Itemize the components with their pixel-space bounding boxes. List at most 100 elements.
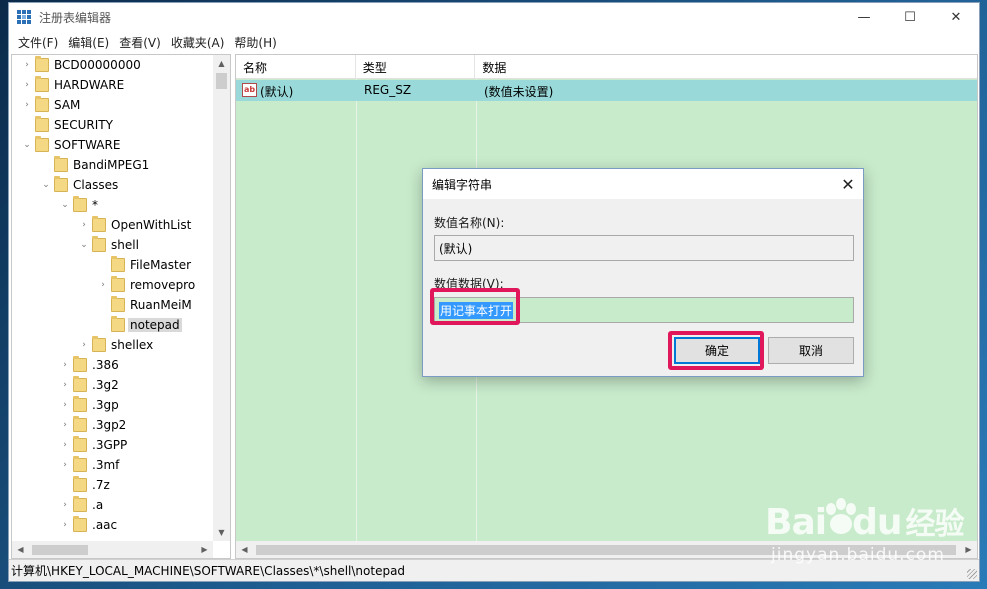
expand-icon[interactable]: › (22, 100, 32, 110)
expand-icon[interactable]: › (79, 220, 89, 230)
title-bar[interactable]: 注册表编辑器 — ☐ ✕ (9, 3, 979, 31)
tree-node[interactable]: › .3gp2 (12, 415, 212, 435)
expand-icon[interactable]: › (79, 340, 89, 350)
tree-node[interactable]: › .a (12, 495, 212, 515)
folder-icon (73, 356, 87, 372)
column-type[interactable]: 类型 (356, 55, 476, 79)
resize-grip-icon[interactable] (967, 569, 977, 579)
list-row-default[interactable]: ab (默认) REG_SZ (数值未设置) (236, 80, 977, 101)
tree-hscroll-thumb[interactable] (32, 545, 88, 555)
registry-tree[interactable]: › .aac › .a .7z › .3mf › .3GPP › .3gp2 › .3gp › .3g2 ›.… (11, 54, 231, 559)
tree-node[interactable]: › BCD00000000 (12, 55, 212, 75)
dialog-close-icon[interactable]: ✕ (833, 169, 863, 199)
tree-node[interactable]: .7z (12, 475, 212, 495)
folder-icon (92, 216, 106, 232)
tree-node-label: .3gp2 (92, 418, 127, 432)
collapse-icon[interactable]: ⌄ (22, 140, 32, 150)
tree-node-label: Classes (73, 178, 119, 192)
tree-node[interactable]: ⌄ Classes (12, 175, 212, 195)
column-data[interactable]: 数据 (475, 55, 977, 79)
expand-icon[interactable]: › (22, 60, 32, 70)
tree-node-label: SAM (54, 98, 81, 112)
scroll-down-icon[interactable]: ▼ (213, 524, 230, 541)
folder-icon (111, 276, 125, 292)
folder-icon (73, 516, 87, 532)
expand-icon[interactable]: › (60, 360, 70, 370)
expand-icon[interactable]: › (60, 460, 70, 470)
tree-node-label: notepad (128, 318, 182, 332)
menu-favorites[interactable]: 收藏夹(A) (166, 34, 230, 51)
tree-node[interactable]: › .3mf (12, 455, 212, 475)
collapse-icon[interactable]: ⌄ (60, 200, 70, 210)
folder-icon (73, 476, 87, 492)
expand-icon[interactable]: › (60, 520, 70, 530)
dialog-title: 编辑字符串 (432, 177, 493, 192)
tree-node[interactable]: SECURITY (12, 115, 212, 135)
tree-node-label: .3GPP (92, 438, 128, 452)
menu-edit[interactable]: 编辑(E) (63, 34, 114, 51)
menu-view[interactable]: 查看(V) (114, 34, 166, 51)
folder-icon (111, 256, 125, 272)
menu-help[interactable]: 帮助(H) (229, 34, 281, 51)
tree-node[interactable]: ⌄ SOFTWARE (12, 135, 212, 155)
folder-icon (73, 496, 87, 512)
tree-node[interactable]: notepad (12, 315, 212, 335)
tree-node[interactable]: › SAM (12, 95, 212, 115)
expand-icon[interactable]: › (60, 400, 70, 410)
collapse-icon[interactable]: ⌄ (79, 240, 89, 250)
scroll-right-icon[interactable]: ▶ (196, 541, 213, 558)
folder-icon (35, 96, 49, 112)
expand-icon[interactable]: › (60, 440, 70, 450)
folder-icon (35, 56, 49, 72)
tree-node-label: OpenWithList (111, 218, 192, 232)
folder-icon (35, 76, 49, 92)
folder-icon (35, 136, 49, 152)
minimize-icon[interactable]: — (841, 3, 887, 31)
tree-node[interactable]: › shellex (12, 335, 212, 355)
tree-node[interactable]: › .3GPP (12, 435, 212, 455)
tree-node[interactable]: FileMaster (12, 255, 212, 275)
folder-icon (73, 196, 87, 212)
folder-icon (54, 156, 68, 172)
tree-node[interactable]: BandiMPEG1 (12, 155, 212, 175)
collapse-icon[interactable]: ⌄ (41, 180, 51, 190)
cancel-button[interactable]: 取消 (768, 337, 854, 364)
tree-node-label: RuanMeiM (130, 298, 192, 312)
expand-icon[interactable]: › (60, 380, 70, 390)
dialog-title-bar[interactable]: 编辑字符串 ✕ (423, 169, 863, 199)
expand-icon[interactable]: › (60, 500, 70, 510)
tree-node[interactable]: ⌄ shell (12, 235, 212, 255)
tree-scroll-thumb[interactable] (216, 73, 227, 89)
watermark-logo: Bai du 经验 (765, 502, 964, 543)
tree-node[interactable]: › OpenWithList (12, 215, 212, 235)
folder-icon (73, 436, 87, 452)
tree-node-label: BandiMPEG1 (73, 158, 150, 172)
scroll-left-icon[interactable]: ◀ (236, 541, 253, 558)
folder-icon (73, 456, 87, 472)
row-name: (默认) (260, 85, 294, 99)
tree-node[interactable]: › .aac (12, 515, 212, 535)
tree-node-label: SECURITY (54, 118, 113, 132)
scroll-left-icon[interactable]: ◀ (12, 541, 29, 558)
tree-node[interactable]: RuanMeiM (12, 295, 212, 315)
close-icon[interactable]: ✕ (933, 3, 979, 31)
tree-node[interactable]: › .386 (12, 355, 212, 375)
tree-node[interactable]: › HARDWARE (12, 75, 212, 95)
expand-icon[interactable]: › (22, 80, 32, 90)
tree-node[interactable]: › removepro (12, 275, 212, 295)
tree-node-label: .7z (92, 478, 110, 492)
tree-node[interactable]: › .3g2 (12, 375, 212, 395)
tree-node[interactable]: › .3gp (12, 395, 212, 415)
expand-icon[interactable]: › (98, 280, 108, 290)
maximize-icon[interactable]: ☐ (887, 3, 933, 31)
tree-vertical-scrollbar[interactable]: ▲ ▼ (213, 55, 230, 541)
tree-node-label: SOFTWARE (54, 138, 121, 152)
column-name[interactable]: 名称 (236, 55, 356, 79)
expand-icon[interactable]: › (60, 420, 70, 430)
scroll-up-icon[interactable]: ▲ (213, 55, 230, 72)
tree-node[interactable]: ⌄ * (12, 195, 212, 215)
status-path: 计算机\HKEY_LOCAL_MACHINE\SOFTWARE\Classes\… (11, 564, 406, 578)
menu-file[interactable]: 文件(F) (13, 34, 63, 51)
tree-horizontal-scrollbar[interactable]: ◀ ▶ (12, 541, 213, 558)
row-type: REG_SZ (364, 83, 412, 97)
